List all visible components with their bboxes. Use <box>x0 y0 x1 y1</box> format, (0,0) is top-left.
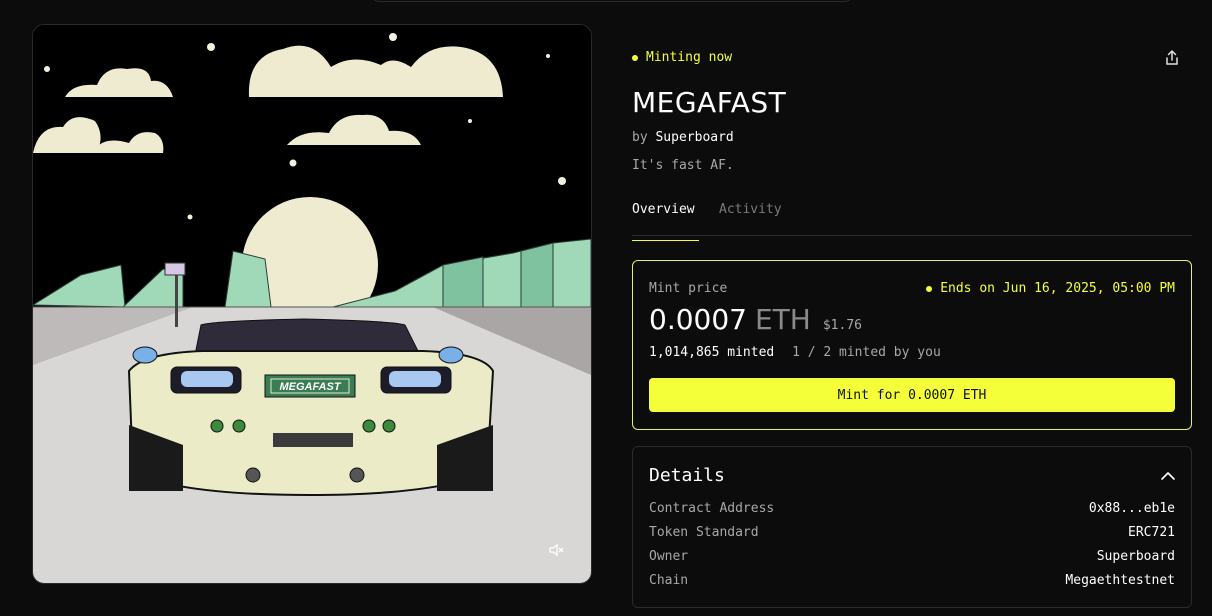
minted-stats: 1,014,865 minted 1 / 2 minted by you <box>649 345 941 360</box>
creator-link[interactable]: Superboard <box>655 130 733 145</box>
mute-icon[interactable] <box>547 541 565 559</box>
collection-panel: Minting now MEGAFAST by Superboard It's … <box>632 0 1192 616</box>
contract-address-value[interactable]: 0x88...eb1e <box>1089 501 1175 516</box>
price-usd: $1.76 <box>822 318 862 333</box>
detail-row-contract: Contract Address 0x88...eb1e <box>649 501 1175 516</box>
minted-by-you: 1 / 2 minted by you <box>792 345 941 360</box>
ends-dot-icon <box>926 285 933 292</box>
detail-row-owner: Owner Superboard <box>649 549 1175 564</box>
creator-line: by Superboard <box>632 130 734 145</box>
detail-row-chain: Chain Megaethtestnet <box>649 573 1175 588</box>
mint-button[interactable]: Mint for 0.0007 ETH <box>649 378 1175 412</box>
chevron-up-icon[interactable] <box>1159 467 1177 485</box>
mint-price-label: Mint price <box>649 281 728 296</box>
detail-row-standard: Token Standard ERC721 <box>649 525 1175 540</box>
minting-status: Minting now <box>632 50 732 65</box>
plate-text: MEGAFAST <box>279 381 341 393</box>
detail-key: Token Standard <box>649 525 759 540</box>
by-prefix: by <box>632 130 648 145</box>
details-title: Details <box>649 465 725 486</box>
detail-key: Contract Address <box>649 501 775 516</box>
status-label: Minting now <box>646 50 733 65</box>
detail-value: Megaethtestnet <box>1065 573 1175 588</box>
mint-card: Mint price Ends on Jun 16, 2025, 05:00 P… <box>632 260 1192 430</box>
ends-text: Ends on Jun 16, 2025, 05:00 PM <box>940 281 1175 296</box>
detail-key: Chain <box>649 573 689 588</box>
status-dot-icon <box>632 54 638 61</box>
mint-end-date: Ends on Jun 16, 2025, 05:00 PM <box>926 281 1175 296</box>
share-icon[interactable] <box>1162 48 1182 68</box>
price-currency: ETH <box>754 303 811 336</box>
detail-key: Owner <box>649 549 689 564</box>
tab-bar: Overview Activity <box>632 196 1192 241</box>
price-value: 0.0007 <box>649 303 747 336</box>
owner-value[interactable]: Superboard <box>1097 549 1175 564</box>
details-card: Details Contract Address 0x88...eb1e Tok… <box>632 446 1192 608</box>
page-title: MEGAFAST <box>632 86 787 119</box>
artwork-illustration: MEGAFAST <box>33 25 591 583</box>
minted-total: 1,014,865 minted <box>649 345 775 360</box>
price-row: 0.0007 ETH $1.76 <box>649 303 862 336</box>
tab-activity[interactable]: Activity <box>719 202 782 233</box>
nft-artwork[interactable]: MEGAFAST <box>32 24 592 584</box>
collection-description: It's fast AF. <box>632 158 734 173</box>
detail-value: ERC721 <box>1128 525 1175 540</box>
tab-overview[interactable]: Overview <box>632 202 699 241</box>
